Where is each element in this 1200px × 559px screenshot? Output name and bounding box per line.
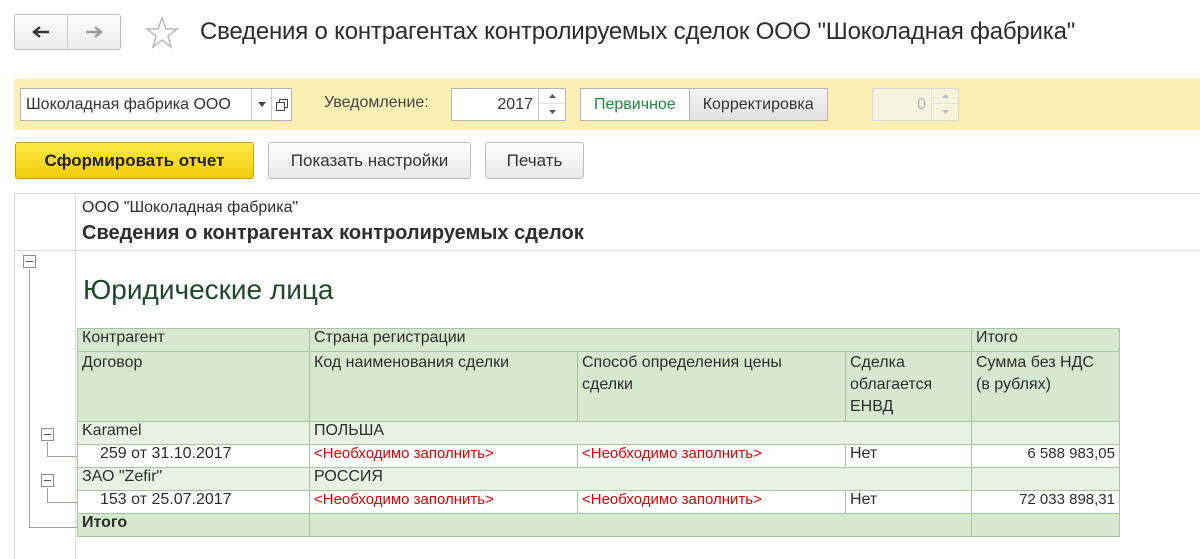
correction-increment-button[interactable] — [932, 89, 958, 104]
contract-value: 153 от 25.07.2017 — [77, 490, 310, 514]
back-button[interactable] — [15, 15, 67, 49]
notice-label: Уведомление: — [324, 94, 429, 111]
deal-code-value: <Необходимо заполнить> — [309, 444, 578, 468]
header-envd-line: Сделка — [850, 354, 905, 371]
header-sum-line: (в рублях) — [976, 376, 1051, 393]
generate-report-button[interactable]: Сформировать отчет — [15, 142, 254, 179]
report-kind-toggle: Первичное Корректировка — [580, 88, 828, 121]
header-sum: Сумма без НДС (в рублях) — [971, 351, 1120, 422]
show-settings-button[interactable]: Показать настройки — [268, 142, 471, 179]
correction-number-value: 0 — [917, 96, 926, 113]
group-total — [971, 421, 1120, 445]
correction-spin-buttons — [931, 89, 958, 120]
chevron-down-icon — [257, 102, 266, 107]
counterparty-name: Karamel — [77, 421, 310, 445]
year-increment-button[interactable] — [539, 89, 565, 104]
year-field[interactable]: 2017 — [451, 88, 566, 121]
chevron-down-icon — [548, 109, 556, 114]
header-contract: Договор — [77, 351, 310, 422]
tree-line — [29, 269, 30, 527]
deal-code-value: <Необходимо заполнить> — [309, 490, 578, 514]
total-label: Итого — [77, 513, 310, 537]
country-value: РОССИЯ — [309, 467, 972, 491]
group-collapse-toggle-zefir[interactable] — [41, 474, 54, 487]
header-price-method-line: сделки — [582, 376, 633, 393]
sum-value: 6 588 983,05 — [971, 444, 1120, 468]
counterparty-name: ЗАО "Zefir" — [77, 467, 310, 491]
group-collapse-toggle-karamel[interactable] — [41, 428, 54, 441]
header-row: Договор Код наименования сделки Способ о… — [77, 351, 1120, 422]
envd-value: Нет — [845, 444, 972, 468]
header-envd-line: облагается — [850, 376, 933, 393]
chevron-up-icon — [548, 94, 556, 98]
header-divider — [15, 250, 1200, 251]
report-organization: ООО "Шоколадная фабрика" — [82, 199, 299, 216]
tree-line — [47, 502, 77, 503]
section-title: Юридические лица — [83, 274, 334, 305]
country-value: ПОЛЬША — [309, 421, 972, 445]
total-filler — [309, 513, 972, 537]
price-method-value: <Необходимо заполнить> — [577, 490, 846, 514]
chevron-up-icon — [941, 94, 949, 98]
organization-dropdown-button[interactable] — [251, 89, 271, 120]
organization-value: Шоколадная фабрика ООО — [26, 96, 231, 113]
arrow-left-icon — [32, 26, 49, 38]
report-document: ООО "Шоколадная фабрика" Сведения о конт… — [14, 193, 1200, 559]
report-title: Сведения о контрагентах контролируемых с… — [82, 222, 584, 244]
tree-line — [29, 527, 77, 528]
group-row[interactable]: ЗАО "Zefir" РОССИЯ — [77, 467, 1120, 491]
year-value: 2017 — [497, 96, 533, 113]
contract-value: 259 от 31.10.2017 — [77, 444, 310, 468]
forward-button[interactable] — [67, 15, 120, 49]
star-icon[interactable] — [145, 16, 179, 50]
tree-line — [47, 456, 77, 457]
header-envd-line: ЕНВД — [850, 398, 894, 415]
header-row: Контрагент Страна регистрации Итого — [77, 328, 1120, 352]
tree-line — [47, 442, 48, 456]
total-value — [971, 513, 1120, 537]
parameters-bar: Шоколадная фабрика ООО Уведомление: 2017… — [14, 79, 1200, 130]
tree-line — [47, 488, 48, 502]
group-row[interactable]: Karamel ПОЛЬША — [77, 421, 1120, 445]
header-price-method-line: Способ определения цены — [582, 354, 782, 371]
year-spin-buttons — [538, 89, 565, 120]
primary-option[interactable]: Первичное — [581, 89, 689, 120]
print-button[interactable]: Печать — [485, 142, 584, 179]
gutter-divider — [75, 194, 76, 559]
header-deal-code: Код наименования сделки — [309, 351, 578, 422]
header-country: Страна регистрации — [309, 328, 972, 352]
correction-number-field[interactable]: 0 — [872, 88, 959, 121]
organization-open-button[interactable] — [271, 89, 292, 120]
header-price-method: Способ определения цены сделки — [577, 351, 846, 422]
header-counterparty: Контрагент — [77, 328, 310, 352]
page-title: Сведения о контрагентах контролируемых с… — [200, 18, 1076, 45]
organization-select[interactable]: Шоколадная фабрика ООО — [20, 88, 292, 121]
chevron-down-icon — [941, 109, 949, 114]
open-form-icon — [276, 98, 288, 111]
year-decrement-button[interactable] — [539, 104, 565, 119]
header-sum-line: Сумма без НДС — [976, 354, 1094, 371]
total-row: Итого — [77, 513, 1120, 537]
arrow-right-icon — [86, 26, 103, 38]
contract-row[interactable]: 259 от 31.10.2017 <Необходимо заполнить>… — [77, 444, 1120, 468]
navigation-buttons — [14, 14, 121, 50]
envd-value: Нет — [845, 490, 972, 514]
price-method-value: <Необходимо заполнить> — [577, 444, 846, 468]
header-envd: Сделка облагается ЕНВД — [845, 351, 972, 422]
header-total: Итого — [971, 328, 1120, 352]
group-total — [971, 467, 1120, 491]
sum-value: 72 033 898,31 — [971, 490, 1120, 514]
report-table: Контрагент Страна регистрации Итого Дого… — [77, 328, 1120, 537]
correction-option[interactable]: Корректировка — [688, 89, 827, 120]
section-collapse-toggle[interactable] — [23, 255, 36, 268]
contract-row[interactable]: 153 от 25.07.2017 <Необходимо заполнить>… — [77, 490, 1120, 514]
correction-decrement-button[interactable] — [932, 104, 958, 119]
